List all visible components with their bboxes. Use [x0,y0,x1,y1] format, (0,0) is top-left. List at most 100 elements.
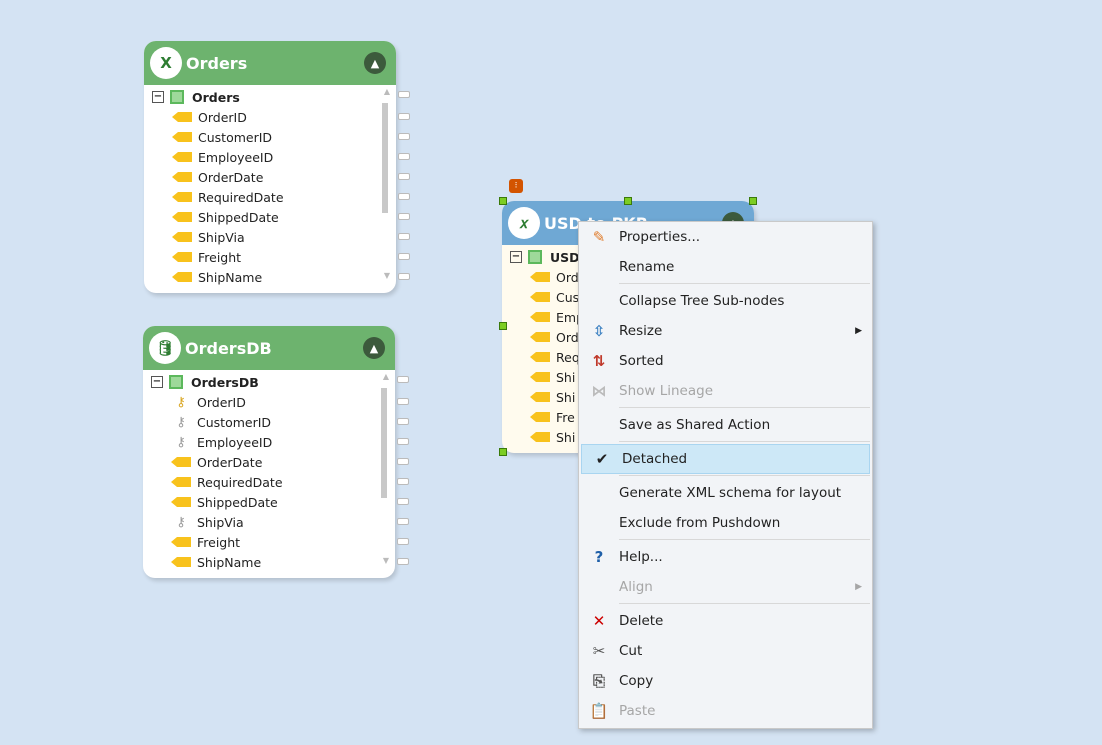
output-port[interactable] [397,398,409,405]
root-label: OrdersDB [191,374,259,390]
field-icon [171,477,191,487]
output-port[interactable] [397,438,409,445]
output-port[interactable] [397,538,409,545]
component-header[interactable]: 🛢 OrdersDB ▲ [143,326,395,370]
field-row[interactable]: CustomerID [152,127,410,147]
output-port[interactable] [397,558,409,565]
menu-item-label: Detached [622,451,688,467]
field-row[interactable]: ShipVia [152,227,410,247]
output-port[interactable] [398,233,410,240]
output-port[interactable] [397,478,409,485]
scroll-up-icon[interactable]: ▲ [383,372,389,381]
scroll-down-icon[interactable]: ▼ [384,271,390,280]
resize-handle[interactable] [624,197,632,205]
menu-item-show-lineage[interactable]: ⋈ Show Lineage [579,376,872,406]
menu-item-resize[interactable]: ⇳ Resize ▶ [579,316,872,346]
resize-handle[interactable] [749,197,757,205]
menu-item-paste[interactable]: 📋 Paste [579,696,872,726]
menu-item-detached[interactable]: ✔ Detached [581,444,870,474]
record-icon [170,90,184,104]
output-port[interactable] [397,376,409,383]
field-icon [530,432,550,442]
field-row[interactable]: RequiredDate [152,187,410,207]
field-row[interactable]: Freight [152,247,410,267]
field-name: Freight [197,534,241,550]
field-row[interactable]: ⚷ EmployeeID [151,432,409,452]
menu-item-delete[interactable]: ✕ Delete [579,606,872,636]
field-row[interactable]: RequiredDate [151,472,409,492]
field-row[interactable]: EmployeeID [152,147,410,167]
output-port[interactable] [398,113,410,120]
tree-root[interactable]: − Orders [152,87,410,107]
output-port[interactable] [398,153,410,160]
collapse-icon[interactable]: ▲ [364,52,386,74]
field-row[interactable]: ShipName [152,267,410,287]
scroll-up-icon[interactable]: ▲ [384,87,390,96]
tree-root[interactable]: − OrdersDB [151,372,409,392]
resize-handle[interactable] [499,448,507,456]
menu-item-exclude-from-pushdown[interactable]: Exclude from Pushdown [579,508,872,538]
menu-item-generate-xml-schema-for-layout[interactable]: Generate XML schema for layout [579,478,872,508]
field-row[interactable]: ShippedDate [151,492,409,512]
field-name: Ord [556,269,579,285]
scrollbar[interactable] [382,103,388,213]
output-port[interactable] [397,458,409,465]
menu-item-help[interactable]: ? Help... [579,542,872,572]
field-name: ShipVia [198,229,245,245]
collapse-tree-icon[interactable]: − [151,376,163,388]
field-row[interactable]: ShippedDate [152,207,410,227]
menu-item-cut[interactable]: ✂ Cut [579,636,872,666]
output-port[interactable] [398,193,410,200]
output-port[interactable] [398,213,410,220]
field-row[interactable]: Freight [151,532,409,552]
orders-component[interactable]: X Orders ▲ − Orders OrderID CustomerID E… [144,41,410,293]
field-name: OrderDate [198,169,264,185]
resize-handle[interactable] [499,197,507,205]
field-icon [171,497,191,507]
menu-item-align[interactable]: Align ▶ [579,572,872,602]
menu-item-rename[interactable]: Rename [579,252,872,282]
output-port[interactable] [398,253,410,260]
collapse-tree-icon[interactable]: − [152,91,164,103]
field-name: OrderID [198,109,247,125]
field-row[interactable]: OrderDate [152,167,410,187]
record-icon [169,375,183,389]
field-name: Cus [556,289,580,305]
output-port[interactable] [397,498,409,505]
collapse-icon[interactable]: ▲ [363,337,385,359]
output-port[interactable] [398,173,410,180]
scrollbar[interactable] [381,388,387,498]
menu-item-properties[interactable]: ✎ Properties... [579,222,872,252]
field-row[interactable]: ⚷ CustomerID [151,412,409,432]
ordersdb-component[interactable]: 🛢 OrdersDB ▲ − OrdersDB ⚷ OrderID ⚷ Cust… [143,326,409,578]
field-row[interactable]: ⚷ OrderID [151,392,409,412]
component-header[interactable]: X Orders ▲ [144,41,396,85]
menu-item-save-as-shared-action[interactable]: Save as Shared Action [579,410,872,440]
menu-separator [619,441,870,442]
menu-item-collapse-tree-sub-nodes[interactable]: Collapse Tree Sub-nodes [579,286,872,316]
field-row[interactable]: ShipName [151,552,409,572]
submenu-arrow-icon: ▶ [855,582,862,592]
field-icon [172,152,192,162]
menu-item-sorted[interactable]: ⇅ Sorted [579,346,872,376]
output-port[interactable] [398,273,410,280]
field-row[interactable]: OrderID [152,107,410,127]
field-icon [171,557,191,567]
field-icon [172,132,192,142]
menu-item-label: Sorted [619,353,664,369]
field-row[interactable]: ⚷ ShipVia [151,512,409,532]
output-port[interactable] [398,133,410,140]
menu-item-copy[interactable]: ⎘ Copy [579,666,872,696]
field-icon [172,272,192,282]
field-icon [171,537,191,547]
field-icon [530,272,550,282]
resize-icon: ⇳ [592,322,606,340]
collapse-tree-icon[interactable]: − [510,251,522,263]
field-row[interactable]: OrderDate [151,452,409,472]
scroll-down-icon[interactable]: ▼ [383,556,389,565]
output-port[interactable] [398,91,410,98]
output-port[interactable] [397,418,409,425]
field-icon [172,232,192,242]
resize-handle[interactable] [499,322,507,330]
output-port[interactable] [397,518,409,525]
